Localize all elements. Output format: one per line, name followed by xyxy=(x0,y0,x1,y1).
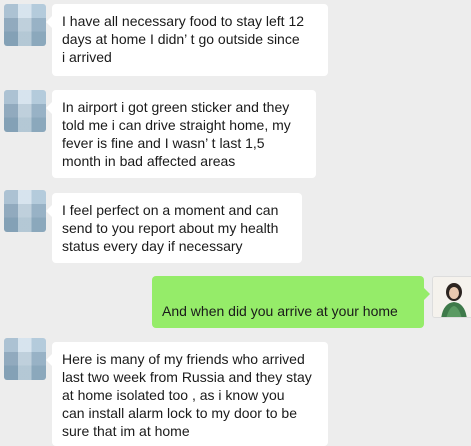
contact-avatar[interactable] xyxy=(4,4,46,46)
user-avatar[interactable] xyxy=(432,276,471,318)
message-text: And when did you arrive at your home xyxy=(162,303,398,319)
message-bubble-incoming[interactable]: I feel perfect on a moment and can send … xyxy=(46,193,302,263)
contact-avatar[interactable] xyxy=(4,338,46,380)
message-bubble-incoming[interactable]: Here is many of my friends who arrived l… xyxy=(46,342,328,446)
message-bubble-incoming[interactable]: In airport i got green sticker and they … xyxy=(46,90,316,178)
message-bubble-outgoing[interactable]: And when did you arrive at your home in … xyxy=(152,276,430,373)
chat-window: I have all necessary food to stay left 1… xyxy=(0,0,471,446)
contact-avatar[interactable] xyxy=(4,190,46,232)
user-photo-icon xyxy=(433,277,471,317)
contact-avatar[interactable] xyxy=(4,90,46,132)
message-bubble-incoming[interactable]: I have all necessary food to stay left 1… xyxy=(46,4,328,76)
